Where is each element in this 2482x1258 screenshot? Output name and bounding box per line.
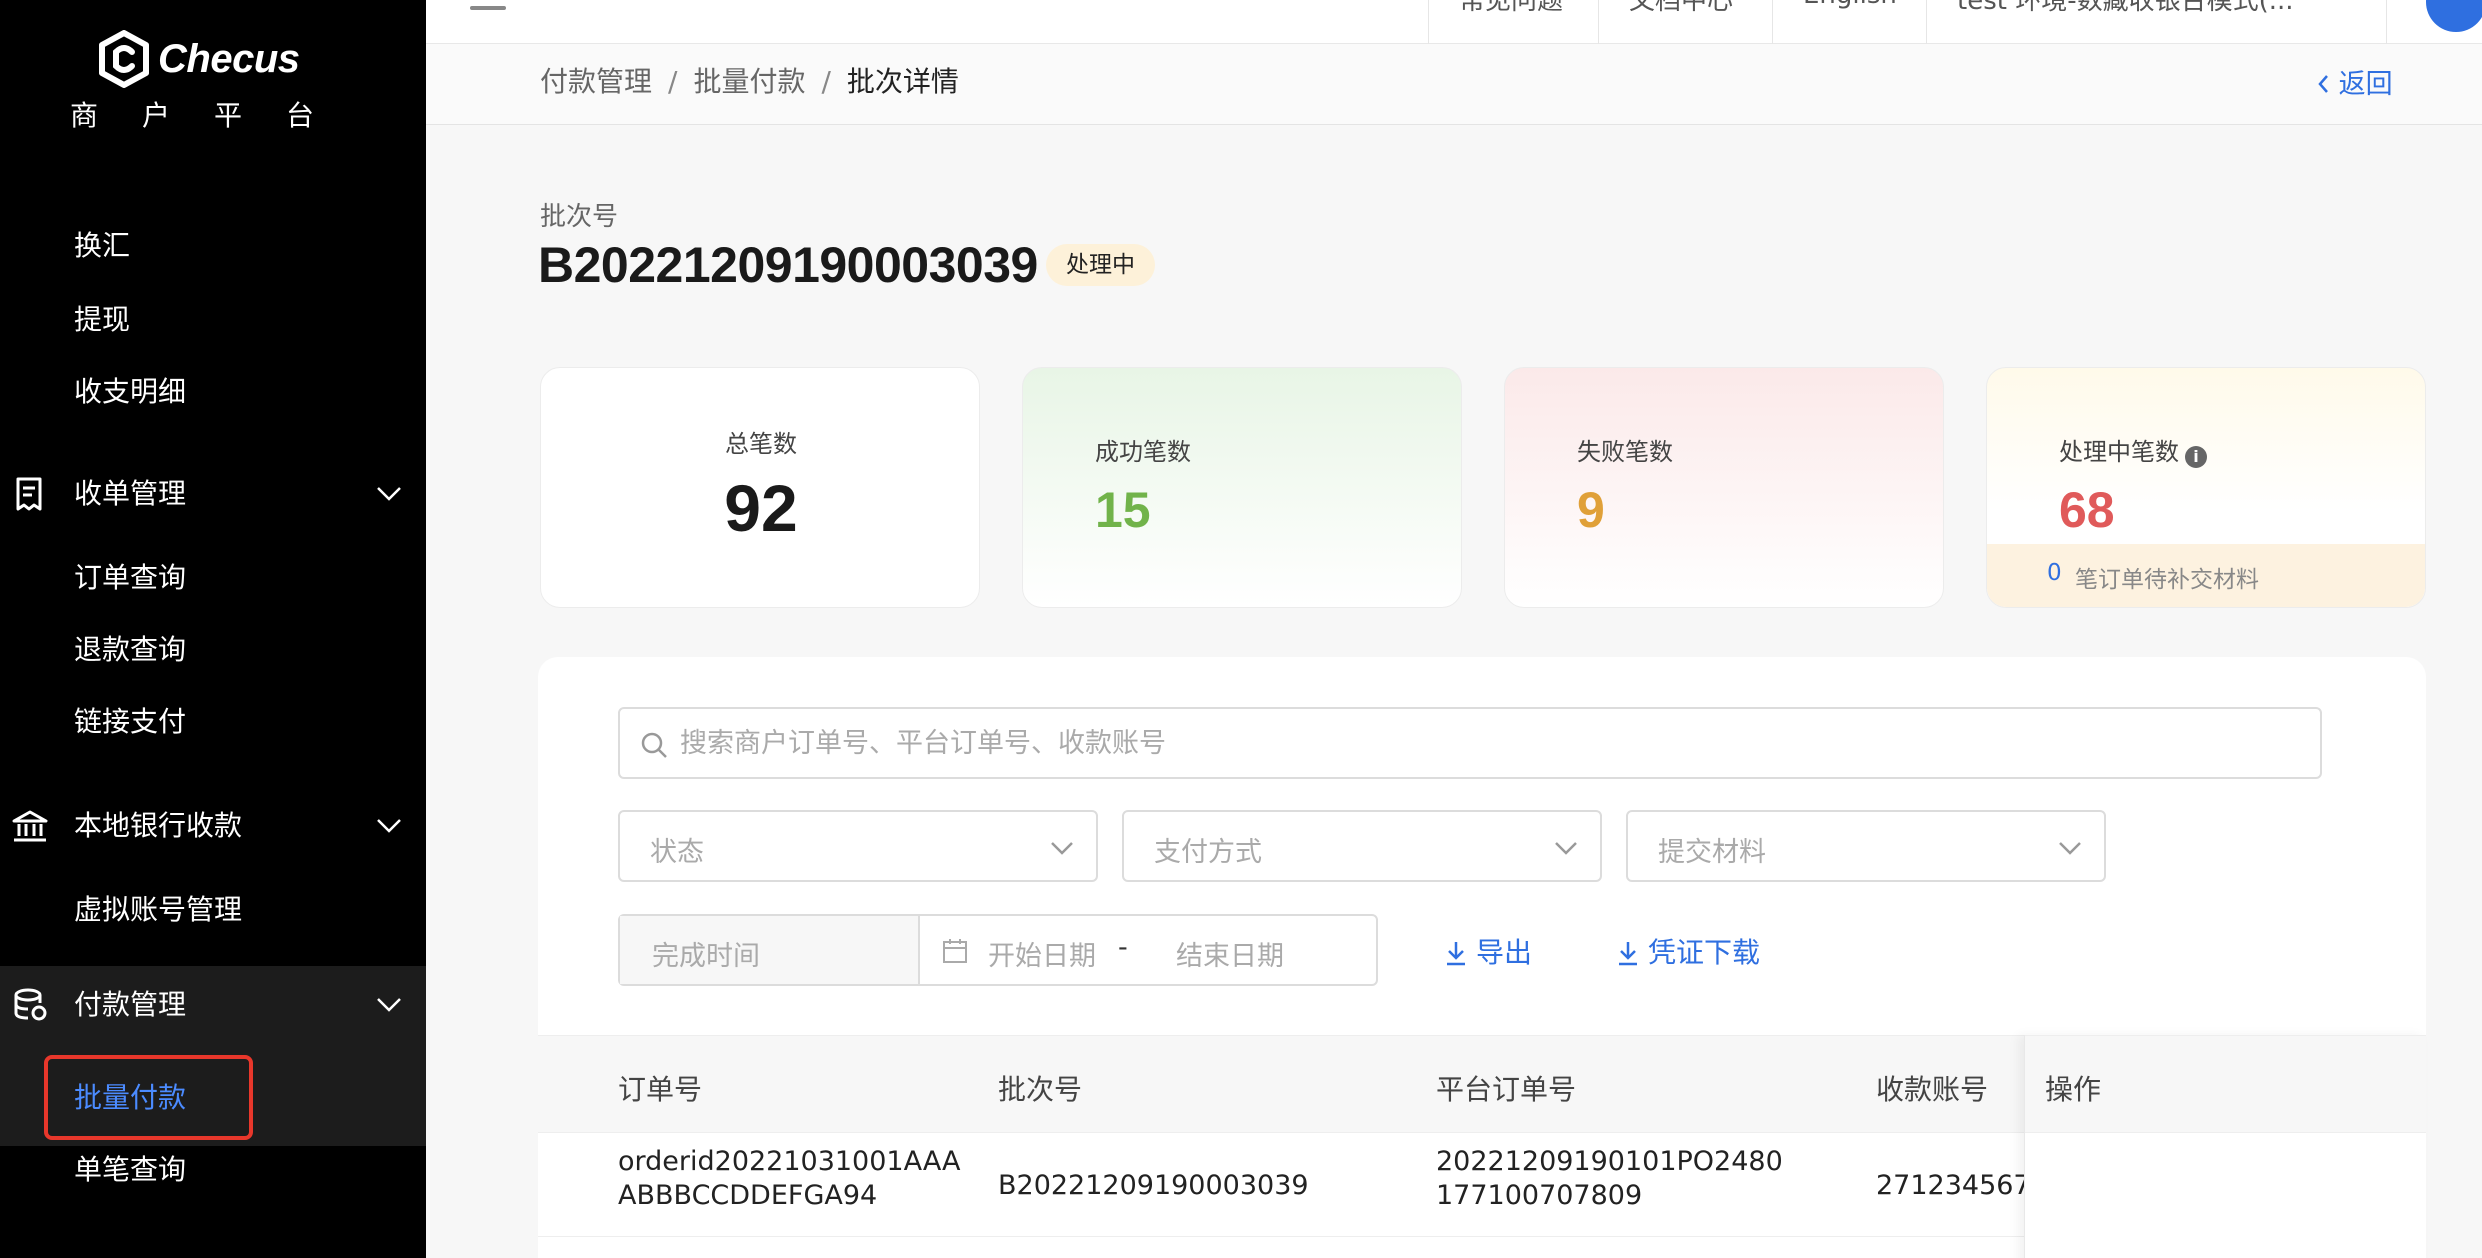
stat-value: 15 bbox=[1095, 482, 1151, 538]
search-input[interactable] bbox=[680, 723, 2280, 763]
highlight-box bbox=[44, 1055, 253, 1140]
column-header-batch-no: 批次号 bbox=[998, 1073, 1083, 1106]
orders-panel: 状态 支付方式 提交材料 完成时间 开始日期 - 结束日期 导出 凭证下载 订单… bbox=[538, 657, 2426, 1258]
brand-logo[interactable]: Checus bbox=[98, 30, 300, 88]
chevron-down-icon bbox=[2059, 842, 2081, 855]
breadcrumb-item-batch-payout[interactable]: 批量付款 bbox=[693, 65, 805, 98]
date-separator: - bbox=[1118, 932, 1128, 963]
database-icon bbox=[14, 988, 47, 1021]
search-icon bbox=[641, 732, 667, 758]
top-header: 常见问题 文档中心 English test 环境-数藏收银台模式(... bbox=[426, 0, 2482, 44]
breadcrumb: 付款管理 / 批量付款 / 批次详情 bbox=[540, 65, 959, 98]
chevron-down-icon bbox=[377, 998, 401, 1012]
stat-card-total: 总笔数 92 bbox=[540, 367, 980, 608]
stat-title: 失败笔数 bbox=[1577, 438, 1673, 466]
calendar-icon bbox=[943, 939, 967, 963]
voucher-download-button[interactable]: 凭证下载 bbox=[1616, 931, 1760, 971]
stat-title: 处理中笔数 i bbox=[2059, 432, 2207, 468]
chevron-down-icon bbox=[377, 819, 401, 833]
stat-value: 68 bbox=[2059, 482, 2115, 538]
batch-label: 批次号 bbox=[540, 202, 619, 232]
completion-date-range[interactable]: 完成时间 开始日期 - 结束日期 bbox=[618, 914, 1378, 986]
completion-time-label: 完成时间 bbox=[620, 916, 920, 984]
sidebar: Checus 商户平台 换汇 提现 收支明细 收单管理 订单查询 退款查询 链接… bbox=[0, 0, 426, 1258]
pending-materials-note: 0 笔订单待补交材料 bbox=[1987, 544, 2425, 607]
status-select[interactable]: 状态 bbox=[618, 810, 1098, 882]
stat-title: 总笔数 bbox=[725, 430, 797, 458]
sidebar-item-refund-query[interactable]: 退款查询 bbox=[74, 632, 186, 668]
brand-subtitle: 商户平台 bbox=[70, 99, 359, 132]
checus-logo-icon bbox=[99, 30, 149, 88]
brand-name: Checus bbox=[158, 36, 300, 81]
cell-platform-order-no: 20221209190101PO2480177100707809 bbox=[1436, 1146, 1783, 1211]
cell-batch-no: B20221209190003039 bbox=[998, 1170, 1309, 1201]
docs-button[interactable]: 文档中心 bbox=[1598, 0, 1772, 44]
environment-selector[interactable]: test 环境-数藏收银台模式(... bbox=[1926, 0, 2386, 44]
search-box[interactable] bbox=[618, 707, 2322, 779]
sidebar-group-local-bank[interactable]: 本地银行收款 bbox=[0, 790, 426, 862]
sidebar-group-payout[interactable]: 付款管理 bbox=[0, 966, 426, 1044]
back-link[interactable]: 返回 bbox=[2316, 62, 2393, 101]
sidebar-group-acquiring[interactable]: 收单管理 bbox=[0, 458, 426, 530]
materials-select[interactable]: 提交材料 bbox=[1626, 810, 2106, 882]
column-header-account: 收款账号 bbox=[1876, 1073, 1989, 1106]
chevron-down-icon bbox=[1051, 842, 1073, 855]
export-button[interactable]: 导出 bbox=[1444, 931, 1532, 971]
batch-number: B20221209190003039 bbox=[538, 237, 1038, 293]
breadcrumb-bar: 付款管理 / 批量付款 / 批次详情 返回 bbox=[426, 44, 2482, 125]
sidebar-item-link-pay[interactable]: 链接支付 bbox=[74, 704, 186, 740]
sidebar-group-label: 本地银行收款 bbox=[74, 809, 243, 842]
column-header-platform-order-no: 平台订单号 bbox=[1436, 1073, 1577, 1106]
end-date-input[interactable]: 结束日期 bbox=[1176, 934, 1284, 973]
chevron-down-icon bbox=[1555, 842, 1577, 855]
column-header-order-no: 订单号 bbox=[618, 1073, 703, 1106]
download-icon bbox=[1447, 942, 1465, 966]
sidebar-item-exchange[interactable]: 换汇 bbox=[74, 228, 130, 264]
sidebar-group-label: 收单管理 bbox=[74, 477, 187, 510]
pending-note: 笔订单待补交材料 bbox=[2075, 567, 2259, 593]
stat-value: 92 bbox=[724, 471, 798, 545]
download-icon bbox=[1619, 942, 1637, 966]
cell-order-no: orderid20221031001AAAABBBCCDDEFGA94 bbox=[618, 1146, 961, 1211]
start-date-input[interactable]: 开始日期 bbox=[988, 934, 1096, 973]
stat-card-processing: 处理中笔数 i 68 0 笔订单待补交材料 bbox=[1986, 367, 2426, 608]
status-badge: 处理中 bbox=[1046, 244, 1155, 286]
language-button[interactable]: English bbox=[1772, 0, 1926, 44]
stat-title: 成功笔数 bbox=[1095, 438, 1191, 466]
sidebar-item-withdraw[interactable]: 提现 bbox=[74, 302, 130, 338]
faq-button[interactable]: 常见问题 bbox=[1428, 0, 1598, 44]
info-icon[interactable]: i bbox=[2185, 446, 2207, 468]
pending-count[interactable]: 0 bbox=[2047, 560, 2062, 586]
menu-toggle-icon[interactable] bbox=[470, 0, 506, 12]
chevron-left-icon bbox=[2318, 75, 2328, 93]
chevron-down-icon bbox=[377, 487, 401, 501]
sidebar-item-virtual-account[interactable]: 虚拟账号管理 bbox=[74, 892, 242, 928]
stat-card-success: 成功笔数 15 bbox=[1022, 367, 1462, 608]
sidebar-item-order-query[interactable]: 订单查询 bbox=[74, 560, 186, 596]
stat-card-failed: 失败笔数 9 bbox=[1504, 367, 1944, 608]
bank-icon bbox=[12, 810, 48, 842]
breadcrumb-item-current: 批次详情 bbox=[846, 65, 959, 98]
column-header-actions: 操作 bbox=[2045, 1073, 2102, 1106]
sidebar-group-label: 付款管理 bbox=[74, 988, 187, 1021]
payment-method-select[interactable]: 支付方式 bbox=[1122, 810, 1602, 882]
receipt-icon bbox=[16, 477, 42, 511]
actions-column: 操作 bbox=[2024, 1035, 2426, 1258]
breadcrumb-item-payout[interactable]: 付款管理 bbox=[540, 65, 652, 98]
sidebar-item-statement[interactable]: 收支明细 bbox=[74, 374, 186, 410]
stat-value: 9 bbox=[1577, 482, 1605, 538]
sidebar-item-single-query[interactable]: 单笔查询 bbox=[74, 1152, 186, 1188]
